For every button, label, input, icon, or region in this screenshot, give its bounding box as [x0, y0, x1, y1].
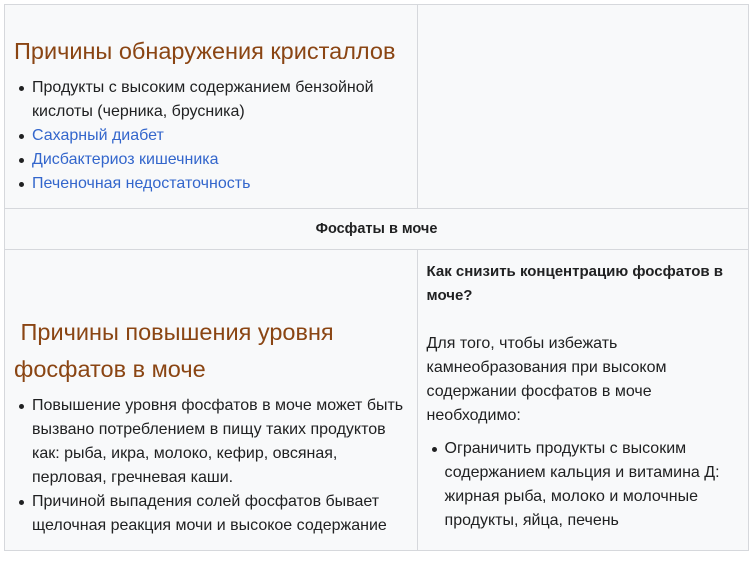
- phosphates-causes-cell: Причины повышения уровня фосфатов в моче…: [4, 249, 418, 551]
- list-item: Сахарный диабет: [19, 124, 408, 148]
- list-item-text: Повышение уровня фосфатов в моче может б…: [32, 397, 404, 486]
- diabetes-link[interactable]: Сахарный диабет: [32, 127, 164, 144]
- list-item-text: Ограничить продукты с высоким содержание…: [444, 440, 720, 529]
- list-item: Печеночная недостаточность: [19, 172, 408, 196]
- phosphates-causes-content: Причины повышения уровня фосфатов в моче…: [5, 250, 417, 550]
- list-item: Продукты с высоким содержанием бензойной…: [19, 76, 408, 124]
- page: Причины обнаружения кристаллов Продукты …: [0, 0, 751, 579]
- table-row: Причины повышения уровня фосфатов в моче…: [4, 249, 750, 551]
- phosphates-banner: Фосфаты в моче: [4, 208, 749, 250]
- liver-failure-link[interactable]: Печеночная недостаточность: [32, 175, 250, 192]
- list-item: Дисбактериоз кишечника: [19, 148, 408, 172]
- reduce-tips-list: Ограничить продукты с высоким содержание…: [427, 437, 739, 533]
- list-item: Ограничить продукты с высоким содержание…: [431, 437, 739, 533]
- reduce-intro-text: Для того, чтобы избежать камнеобразовани…: [426, 335, 667, 424]
- dysbacteriosis-link[interactable]: Дисбактериоз кишечника: [32, 151, 219, 168]
- crystals-causes-list: Продукты с высоким содержанием бензойной…: [14, 76, 408, 196]
- list-item: Повышение уровня фосфатов в моче может б…: [19, 394, 408, 490]
- list-item: Причиной выпадения солей фосфатов бывает…: [19, 490, 408, 538]
- phosphates-causes-list: Повышение уровня фосфатов в моче может б…: [14, 394, 408, 538]
- crystals-heading: Причины обнаружения кристаллов: [14, 38, 396, 64]
- list-item-text: Продукты с высоким содержанием бензойной…: [32, 79, 374, 120]
- phosphates-heading: Причины повышения уровня фосфатов в моче: [14, 319, 341, 382]
- list-item-text: Причиной выпадения солей фосфатов бывает…: [32, 493, 387, 534]
- reduce-phosphates-content: Как снизить концентрацию фосфатов в моче…: [418, 250, 748, 543]
- table-row: Причины обнаружения кристаллов Продукты …: [4, 4, 750, 209]
- reduce-question-heading: Как снизить концентрацию фосфатов в моче…: [426, 263, 723, 304]
- crystals-content: Причины обнаружения кристаллов Продукты …: [5, 5, 417, 208]
- info-table: Причины обнаружения кристаллов Продукты …: [4, 4, 750, 551]
- reduce-phosphates-cell: Как снизить концентрацию фосфатов в моче…: [416, 249, 750, 551]
- empty-cell: [416, 4, 750, 209]
- table-row: Фосфаты в моче: [4, 208, 749, 250]
- crystals-cell: Причины обнаружения кристаллов Продукты …: [4, 4, 418, 209]
